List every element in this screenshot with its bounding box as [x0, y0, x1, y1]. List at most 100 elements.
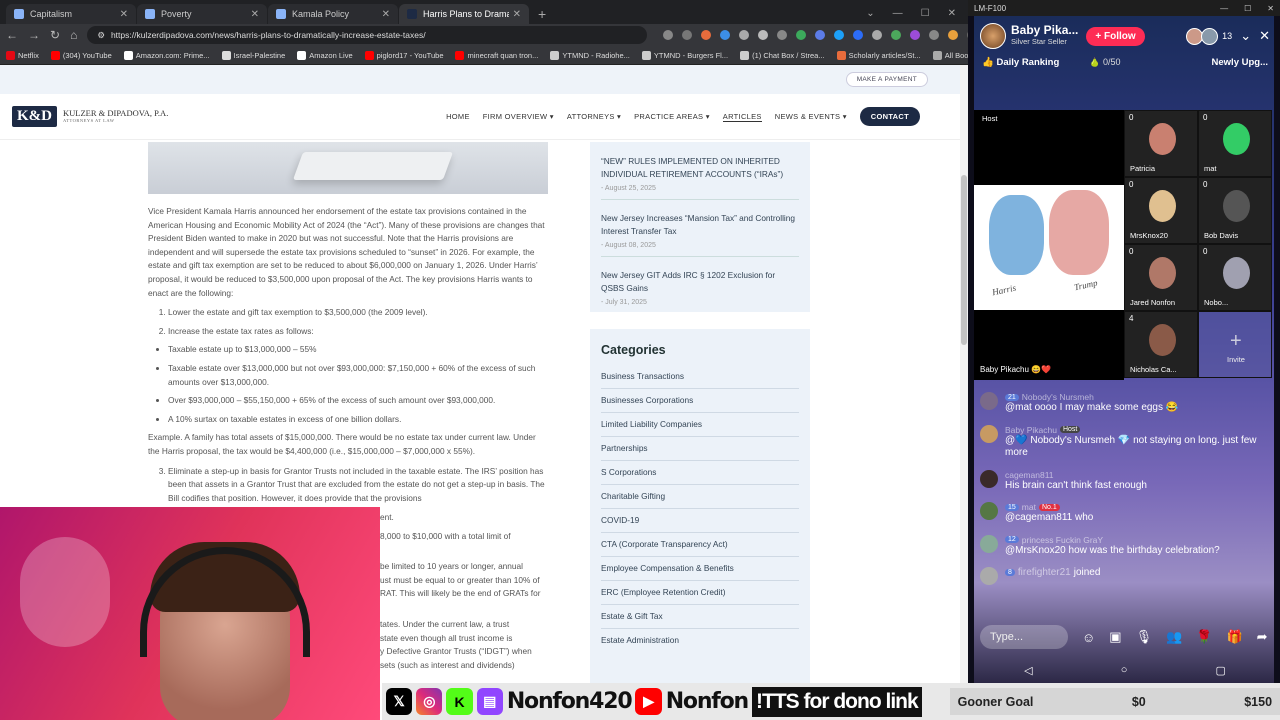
guest-tile[interactable]: 0 Patricia: [1124, 110, 1198, 177]
page-scrollbar[interactable]: [960, 65, 968, 720]
chat-avatar[interactable]: [980, 424, 998, 443]
category-link[interactable]: ERC (Employee Retention Credit): [601, 581, 799, 605]
extension-icon[interactable]: [853, 30, 864, 40]
camera-off-icon[interactable]: ▣: [1109, 629, 1121, 645]
profile-avatar[interactable]: [948, 30, 959, 40]
scrollbar-thumb[interactable]: [961, 175, 967, 345]
make-payment-button[interactable]: MAKE A PAYMENT: [845, 72, 928, 87]
category-link[interactable]: Businesses Corporations: [601, 389, 799, 413]
category-link[interactable]: Estate Administration: [601, 629, 799, 652]
extension-icon[interactable]: [872, 30, 883, 40]
category-link[interactable]: CTA (Corporate Transparency Act): [601, 533, 799, 557]
bookmark-piglord[interactable]: piglord17 - YouTube: [364, 50, 443, 60]
category-link[interactable]: Limited Liability Companies: [601, 413, 799, 437]
chat-avatar[interactable]: [980, 534, 998, 553]
extension-icon[interactable]: [758, 30, 769, 40]
extension-icon[interactable]: [777, 30, 788, 40]
chat-avatar[interactable]: [980, 567, 998, 585]
tab-poverty[interactable]: Poverty ✕: [137, 4, 267, 24]
close-icon[interactable]: ✕: [251, 9, 259, 20]
guest-tile[interactable]: 4 Nicholas Ca...: [1124, 311, 1198, 378]
home-icon[interactable]: ○: [1121, 664, 1128, 682]
guest-tile[interactable]: 0 mat: [1198, 110, 1272, 177]
host-video-tile[interactable]: Host Harris Trump Baby Pikachu 😄❤️: [974, 110, 1124, 380]
chevron-down-icon[interactable]: ⌄: [1240, 28, 1251, 44]
category-link[interactable]: Charitable Gifting: [601, 485, 799, 509]
category-link[interactable]: Partnerships: [601, 437, 799, 461]
back-icon[interactable]: ←: [6, 28, 18, 42]
viewer-list[interactable]: 13: [1186, 27, 1232, 45]
reload-icon[interactable]: ↻: [50, 28, 60, 42]
newly-upgraded[interactable]: Newly Upg...: [1212, 57, 1268, 68]
guests-icon[interactable]: 👥: [1166, 629, 1182, 645]
guest-tile[interactable]: 0 Bob Davis: [1198, 177, 1272, 244]
close-window-icon[interactable]: ✕: [1267, 4, 1274, 13]
bookmark-amazon-prime[interactable]: Amazon.com: Prime...: [123, 50, 210, 60]
nav-news-events[interactable]: NEWS & EVENTS ▾: [775, 112, 847, 121]
close-icon[interactable]: ✕: [120, 9, 128, 20]
recent-post-link[interactable]: “NEW” RULES IMPLEMENTED ON INHERITED IND…: [601, 155, 799, 181]
extension-icon[interactable]: [739, 30, 750, 40]
all-bookmarks[interactable]: All Bookmarks: [932, 50, 968, 60]
guest-tile[interactable]: 0 Nobo...: [1198, 244, 1272, 311]
gift-icon[interactable]: 🎁: [1226, 629, 1242, 645]
logo-mark[interactable]: K&D: [12, 106, 57, 127]
tab-harris-plans[interactable]: Harris Plans to Dramatically Inc✕: [399, 4, 529, 24]
recent-post-link[interactable]: New Jersey GIT Adds IRC § 1202 Exclusion…: [601, 269, 799, 295]
close-icon[interactable]: ✕: [1259, 28, 1270, 44]
chat-avatar[interactable]: [980, 502, 998, 520]
extension-icon[interactable]: [682, 30, 693, 40]
home-icon[interactable]: ⌂: [70, 28, 77, 42]
chat-avatar[interactable]: [980, 392, 998, 410]
guest-tile[interactable]: 0 Jared Nonfon: [1124, 244, 1198, 311]
category-link[interactable]: COVID-19: [601, 509, 799, 533]
tab-search-icon[interactable]: ⌄: [866, 8, 874, 19]
extension-icon[interactable]: [796, 30, 807, 40]
extension-icon[interactable]: [891, 30, 902, 40]
minimize-icon[interactable]: —: [1220, 4, 1228, 13]
bookmark-ytmnd-radiohead[interactable]: YTMND - Radiohe...: [550, 50, 630, 60]
back-icon[interactable]: ◁: [1024, 664, 1032, 682]
tab-kamala-policy[interactable]: Kamala Policy ✕: [268, 4, 398, 24]
category-link[interactable]: S Corporations: [601, 461, 799, 485]
logo-text[interactable]: KULZER & DIPADOVA, P.A. ATTORNEYS AT LAW: [63, 109, 168, 123]
bookmark-ytmnd-burgers[interactable]: YTMND - Burgers Fl...: [641, 50, 728, 60]
nav-firm-overview[interactable]: FIRM OVERVIEW ▾: [483, 112, 554, 121]
nav-articles[interactable]: ARTICLES: [722, 112, 762, 122]
close-icon[interactable]: ✕: [513, 9, 521, 20]
bookmark-youtube[interactable]: (304) YouTube: [50, 50, 112, 60]
bookmark-netflix[interactable]: Netflix: [6, 50, 39, 60]
bookmark-minecraft[interactable]: minecraft quan tron...: [455, 50, 538, 60]
close-icon[interactable]: ✕: [382, 9, 390, 20]
bookmark-chat-box[interactable]: (1) Chat Box / Strea...: [740, 50, 825, 60]
extension-icon[interactable]: [701, 30, 712, 40]
extension-icon[interactable]: [910, 30, 921, 40]
recents-icon[interactable]: ▢: [1216, 664, 1226, 682]
forward-icon[interactable]: →: [28, 28, 40, 42]
url-field[interactable]: ⚙ https://kulzerdipadova.com/news/harris-…: [87, 26, 648, 44]
bookmark-israel-palestine[interactable]: Israel-Palestine: [221, 50, 285, 60]
extension-icon[interactable]: [720, 30, 731, 40]
category-link[interactable]: Employee Compensation & Benefits: [601, 557, 799, 581]
emoji-icon[interactable]: ☺: [1082, 630, 1095, 645]
chat-input[interactable]: Type...: [980, 625, 1068, 649]
new-tab-button[interactable]: +: [530, 4, 554, 24]
minimize-icon[interactable]: —: [893, 8, 903, 19]
guest-tile[interactable]: 0 MrsKnox20: [1124, 177, 1198, 244]
maximize-icon[interactable]: ☐: [1244, 4, 1251, 13]
invite-tile[interactable]: + Invite: [1198, 311, 1272, 378]
rose-icon[interactable]: 🌹: [1196, 629, 1212, 645]
follow-button[interactable]: + Follow: [1086, 26, 1145, 46]
site-info-icon[interactable]: ⚙: [97, 30, 105, 41]
tab-capitalism[interactable]: Capitalism ✕: [6, 4, 136, 24]
bookmark-scholarly[interactable]: Scholarly articles/St...: [836, 50, 921, 60]
mic-off-icon[interactable]: 🎙: [1136, 629, 1153, 645]
category-link[interactable]: Business Transactions: [601, 365, 799, 389]
close-window-icon[interactable]: ✕: [948, 8, 956, 19]
maximize-icon[interactable]: ☐: [921, 8, 930, 19]
category-link[interactable]: Estate & Gift Tax: [601, 605, 799, 629]
extension-icon[interactable]: [663, 30, 674, 40]
extension-icon[interactable]: [834, 30, 845, 40]
recent-post-link[interactable]: New Jersey Increases “Mansion Tax” and C…: [601, 212, 799, 238]
nav-home[interactable]: HOME: [446, 112, 470, 121]
